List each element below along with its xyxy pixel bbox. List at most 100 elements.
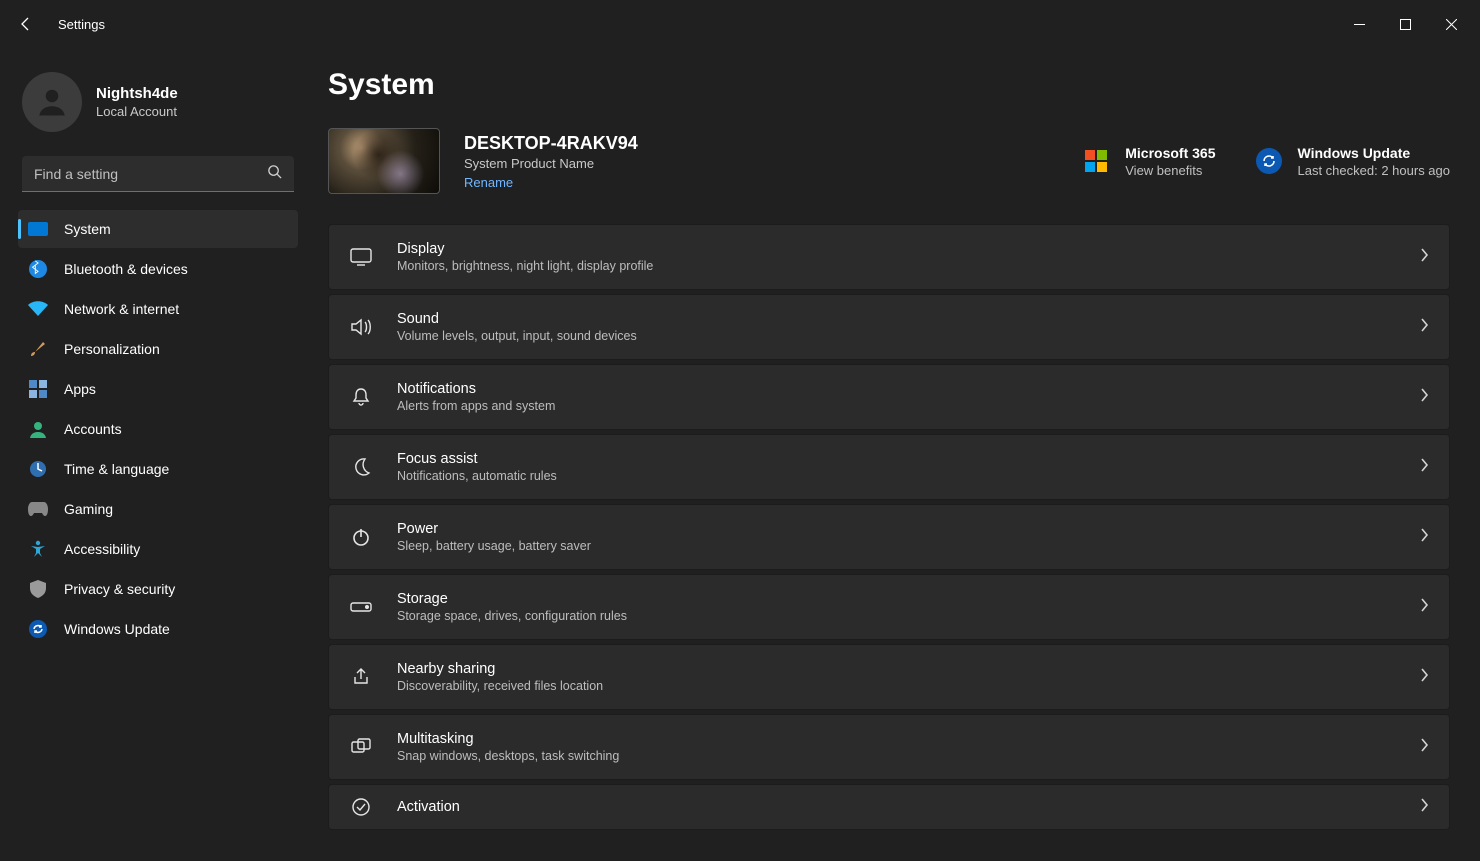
nav-label: Network & internet <box>64 301 179 317</box>
card-multitask[interactable]: Multitasking Snap windows, desktops, tas… <box>328 714 1450 780</box>
card-title: Sound <box>397 311 637 327</box>
card-sub: Discoverability, received files location <box>397 679 603 693</box>
nav-label: Personalization <box>64 341 160 357</box>
card-title: Power <box>397 521 591 537</box>
account-block[interactable]: Nightsh4de Local Account <box>18 48 298 156</box>
arrow-left-icon <box>18 16 34 32</box>
window-title: Settings <box>58 17 105 32</box>
card-nearby[interactable]: Nearby sharing Discoverability, received… <box>328 644 1450 710</box>
nav-system[interactable]: System <box>18 210 298 248</box>
display-icon <box>349 245 373 269</box>
ql-ms365[interactable]: Microsoft 365 View benefits <box>1081 145 1215 178</box>
accounts-icon <box>28 419 48 439</box>
card-sub: Monitors, brightness, night light, displ… <box>397 259 653 273</box>
chevron-right-icon <box>1419 528 1429 547</box>
chevron-right-icon <box>1419 738 1429 757</box>
chevron-right-icon <box>1419 388 1429 407</box>
moon-icon <box>349 455 373 479</box>
search-input[interactable] <box>22 156 294 192</box>
search-wrap <box>22 156 294 192</box>
ql-title: Windows Update <box>1298 145 1451 161</box>
clock-globe-icon <box>28 459 48 479</box>
card-sub: Snap windows, desktops, task switching <box>397 749 619 763</box>
avatar <box>22 72 82 132</box>
card-title: Display <box>397 241 653 257</box>
minimize-icon <box>1354 19 1365 30</box>
account-name: Nightsh4de <box>96 85 178 102</box>
card-sub: Storage space, drives, configuration rul… <box>397 609 627 623</box>
power-icon <box>349 525 373 549</box>
nav-personalization[interactable]: Personalization <box>18 330 298 368</box>
rename-link[interactable]: Rename <box>464 175 638 190</box>
nav-time[interactable]: Time & language <box>18 450 298 488</box>
sidebar-nav: System Bluetooth & devices Network & int… <box>18 210 298 648</box>
nav-update[interactable]: Windows Update <box>18 610 298 648</box>
card-activation[interactable]: Activation <box>328 784 1450 830</box>
device-block: DESKTOP-4RAKV94 System Product Name Rena… <box>328 128 1450 194</box>
nav-label: Accounts <box>64 421 122 437</box>
account-sub: Local Account <box>96 104 178 119</box>
content[interactable]: System DESKTOP-4RAKV94 System Product Na… <box>310 48 1480 861</box>
close-icon <box>1446 19 1457 30</box>
nav-gaming[interactable]: Gaming <box>18 490 298 528</box>
quicklinks: Microsoft 365 View benefits Windows Upda… <box>1081 145 1450 178</box>
card-title: Multitasking <box>397 731 619 747</box>
device-sub: System Product Name <box>464 156 638 171</box>
nav-accounts[interactable]: Accounts <box>18 410 298 448</box>
minimize-button[interactable] <box>1336 8 1382 40</box>
card-notifications[interactable]: Notifications Alerts from apps and syste… <box>328 364 1450 430</box>
nav-label: Windows Update <box>64 621 170 637</box>
card-storage[interactable]: Storage Storage space, drives, configura… <box>328 574 1450 640</box>
card-title: Focus assist <box>397 451 557 467</box>
sound-icon <box>349 315 373 339</box>
card-title: Nearby sharing <box>397 661 603 677</box>
chevron-right-icon <box>1419 598 1429 617</box>
nav-label: Apps <box>64 381 96 397</box>
maximize-button[interactable] <box>1382 8 1428 40</box>
nav-label: Privacy & security <box>64 581 175 597</box>
chevron-right-icon <box>1419 798 1429 817</box>
window-controls <box>1336 8 1474 40</box>
bluetooth-icon <box>28 259 48 279</box>
paintbrush-icon <box>28 339 48 359</box>
nav-apps[interactable]: Apps <box>18 370 298 408</box>
multitask-icon <box>349 735 373 759</box>
person-icon <box>34 84 70 120</box>
nav-bluetooth[interactable]: Bluetooth & devices <box>18 250 298 288</box>
sidebar: Nightsh4de Local Account System <box>0 48 310 861</box>
card-focus[interactable]: Focus assist Notifications, automatic ru… <box>328 434 1450 500</box>
wifi-icon <box>28 299 48 319</box>
nav-label: System <box>64 221 111 237</box>
share-icon <box>349 665 373 689</box>
microsoft-logo-icon <box>1081 146 1111 176</box>
device-wallpaper-thumb <box>328 128 440 194</box>
nav-label: Bluetooth & devices <box>64 261 188 277</box>
titlebar: Settings <box>0 0 1480 48</box>
apps-icon <box>28 379 48 399</box>
card-sub: Alerts from apps and system <box>397 399 555 413</box>
card-title: Notifications <box>397 381 555 397</box>
chevron-right-icon <box>1419 668 1429 687</box>
device-name: DESKTOP-4RAKV94 <box>464 133 638 154</box>
system-icon <box>28 219 48 239</box>
card-display[interactable]: Display Monitors, brightness, night ligh… <box>328 224 1450 290</box>
card-sound[interactable]: Sound Volume levels, output, input, soun… <box>328 294 1450 360</box>
nav-label: Time & language <box>64 461 169 477</box>
nav-accessibility[interactable]: Accessibility <box>18 530 298 568</box>
nav-network[interactable]: Network & internet <box>18 290 298 328</box>
ql-windows-update[interactable]: Windows Update Last checked: 2 hours ago <box>1254 145 1451 178</box>
card-sub: Sleep, battery usage, battery saver <box>397 539 591 553</box>
activation-icon <box>349 795 373 819</box>
gaming-icon <box>28 499 48 519</box>
nav-privacy[interactable]: Privacy & security <box>18 570 298 608</box>
page-heading: System <box>328 68 1450 102</box>
card-sub: Notifications, automatic rules <box>397 469 557 483</box>
ql-sub: Last checked: 2 hours ago <box>1298 163 1451 178</box>
bell-icon <box>349 385 373 409</box>
card-power[interactable]: Power Sleep, battery usage, battery save… <box>328 504 1450 570</box>
update-icon <box>28 619 48 639</box>
search-icon <box>267 164 282 184</box>
back-button[interactable] <box>6 4 46 44</box>
close-button[interactable] <box>1428 8 1474 40</box>
windows-update-icon <box>1254 146 1284 176</box>
